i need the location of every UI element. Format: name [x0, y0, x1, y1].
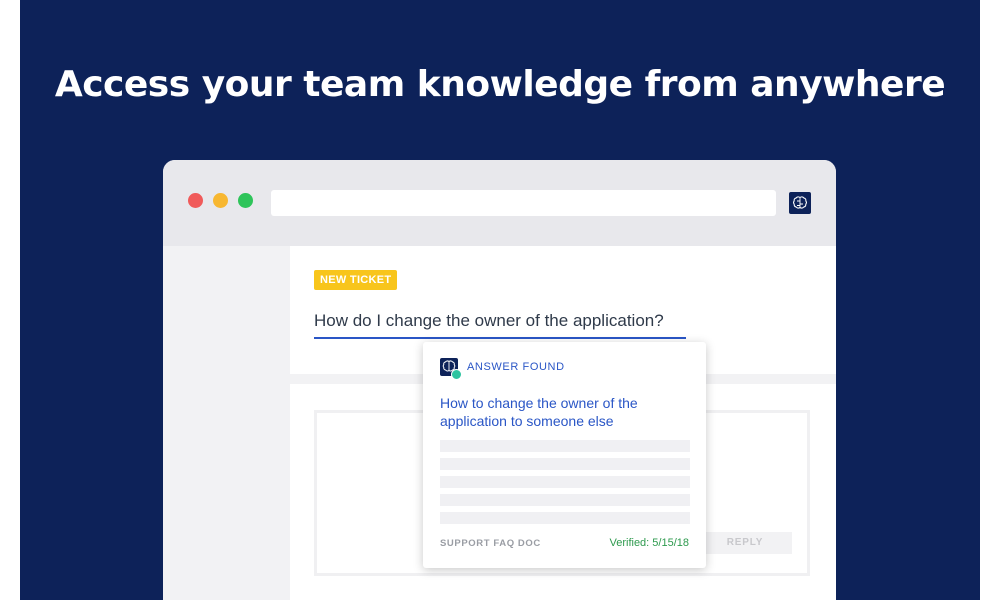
address-bar[interactable]	[271, 190, 776, 216]
extension-button[interactable]	[789, 192, 811, 214]
verified-date: Verified: 5/15/18	[609, 537, 689, 549]
brain-icon	[440, 358, 462, 380]
close-window-dot[interactable]	[188, 193, 203, 208]
brain-icon	[792, 196, 808, 209]
answer-title-link[interactable]: How to change the owner of the applicati…	[440, 394, 680, 430]
new-ticket-badge: NEW TICKET	[314, 270, 398, 290]
page-headline: Access your team knowledge from anywhere	[54, 64, 946, 105]
ticket-question-field[interactable]: How do I change the owner of the applica…	[314, 309, 686, 339]
answer-found-label: ANSWER FOUND	[467, 361, 565, 373]
app-sidebar	[163, 246, 290, 600]
verified-status-dot	[451, 369, 462, 380]
answer-text-placeholder	[440, 440, 690, 452]
answer-found-card[interactable]: ANSWER FOUND How to change the owner of …	[423, 342, 706, 568]
maximize-window-dot[interactable]	[238, 193, 253, 208]
answer-text-placeholder	[440, 512, 690, 524]
browser-toolbar	[163, 160, 836, 246]
answer-text-placeholder	[440, 476, 690, 488]
hero-panel: Access your team knowledge from anywhere…	[20, 0, 980, 600]
answer-source-label: SUPPORT FAQ DOC	[440, 538, 541, 549]
answer-text-placeholder	[440, 458, 690, 470]
answer-text-placeholder	[440, 494, 690, 506]
reply-button[interactable]: REPLY	[698, 532, 792, 554]
minimize-window-dot[interactable]	[213, 193, 228, 208]
